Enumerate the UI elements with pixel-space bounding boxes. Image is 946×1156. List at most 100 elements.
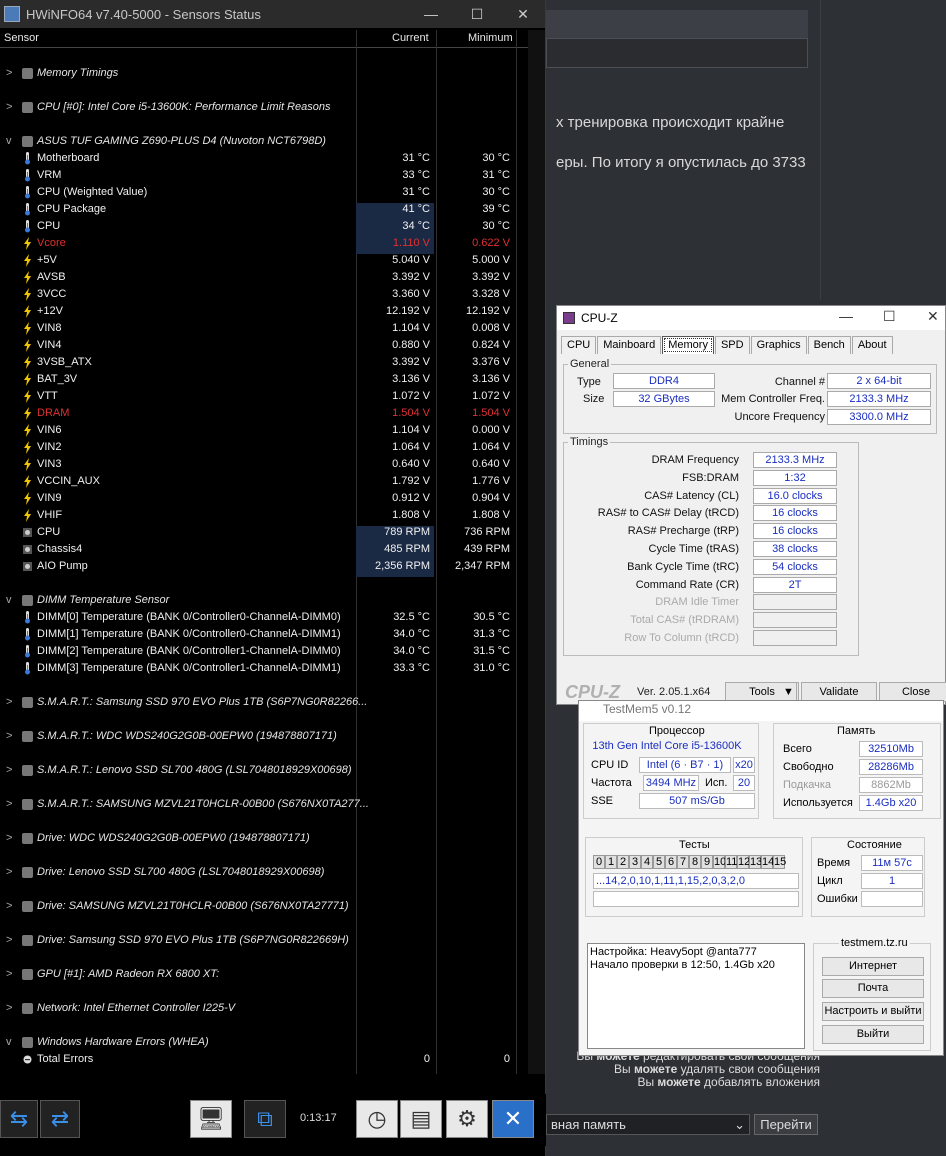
sensor-row[interactable]: +5V 5.040 V 5.000 V xyxy=(0,252,528,269)
sensor-group[interactable]: > Network: Intel Ethernet Controller I225… xyxy=(0,1000,528,1017)
tab-about[interactable]: About xyxy=(851,336,893,354)
chevron-right-icon[interactable]: > xyxy=(6,696,12,708)
chevron-down-icon[interactable]: v xyxy=(6,1036,12,1048)
sensor-group[interactable]: v ASUS TUF GAMING Z690-PLUS D4 (Nuvoton N… xyxy=(0,133,528,150)
sensor-group[interactable]: v Windows Hardware Errors (WHEA) xyxy=(0,1034,528,1051)
sensor-row[interactable]: AIO Pump 2,356 RPM 2,347 RPM xyxy=(0,558,528,577)
col-current[interactable]: Current xyxy=(392,32,429,44)
sensor-row[interactable]: DIMM[3] Temperature (BANK 0/Controller1-… xyxy=(0,660,528,677)
sensor-row[interactable]: VIN2 1.064 V 1.064 V xyxy=(0,439,528,456)
log-box[interactable]: Настройка: Heavy5opt @anta777 Начало про… xyxy=(587,943,805,1049)
sensor-group[interactable]: > Drive: Samsung SSD 970 EVO Plus 1TB (S6… xyxy=(0,932,528,949)
thermometer-icon xyxy=(25,203,30,216)
sensor-row[interactable]: Vcore 1.110 V 0.622 V xyxy=(0,235,528,254)
maximize-icon[interactable]: ☐ xyxy=(454,0,500,28)
col-sensor[interactable]: Sensor xyxy=(4,32,39,44)
close-button[interactable]: Close xyxy=(879,682,946,702)
clock-icon[interactable]: ◷ xyxy=(356,1100,398,1138)
sensor-row[interactable]: VHIF 1.808 V 1.808 V xyxy=(0,507,528,524)
sensor-minimum: 30 °C xyxy=(482,220,510,232)
sensor-group[interactable]: v DIMM Temperature Sensor xyxy=(0,592,528,609)
sensor-row[interactable]: Total Errors 0 0 xyxy=(0,1051,528,1068)
close-icon[interactable]: ✕ xyxy=(500,0,546,28)
monitor-icon[interactable]: 🖥 xyxy=(190,1100,232,1138)
chevron-right-icon[interactable]: > xyxy=(6,1002,12,1014)
sensor-group[interactable]: > S.M.A.R.T.: SAMSUNG MZVL21T0HCLR-00B00 … xyxy=(0,796,528,813)
sensor-row[interactable]: +12V 12.192 V 12.192 V xyxy=(0,303,528,320)
internet-button[interactable]: Интернет xyxy=(822,957,924,976)
sensor-row[interactable]: CPU (Weighted Value) 31 °C 30 °C xyxy=(0,184,528,201)
chevron-right-icon[interactable]: > xyxy=(6,866,12,878)
sensor-group[interactable]: > GPU [#1]: AMD Radeon RX 6800 XT: xyxy=(0,966,528,983)
sensor-group[interactable]: > S.M.A.R.T.: WDC WDS240G2G0B-00EPW0 (194… xyxy=(0,728,528,745)
network-icon[interactable]: ⧉ xyxy=(244,1100,286,1138)
chip-icon xyxy=(22,935,33,946)
sensor-row[interactable]: Motherboard 31 °C 30 °C xyxy=(0,150,528,167)
tab-spd[interactable]: SPD xyxy=(714,336,750,354)
go-button[interactable]: Перейти xyxy=(754,1114,818,1135)
expand-arrows-icon[interactable]: ⇆ xyxy=(0,1100,38,1138)
sensor-group[interactable]: > S.M.A.R.T.: Samsung SSD 970 EVO Plus 1T… xyxy=(0,694,528,711)
exit-button[interactable]: Выйти xyxy=(822,1025,924,1044)
tab-cpu[interactable]: CPU xyxy=(561,336,597,354)
sensor-row[interactable]: VIN4 0.880 V 0.824 V xyxy=(0,337,528,354)
chevron-right-icon[interactable]: > xyxy=(6,101,12,113)
chevron-down-icon[interactable]: v xyxy=(6,135,12,147)
sensor-row[interactable]: Chassis4 485 RPM 439 RPM xyxy=(0,541,528,560)
maximize-icon[interactable]: ☐ xyxy=(883,308,896,325)
sensor-group[interactable]: > Memory Timings xyxy=(0,65,528,82)
sensor-row[interactable]: VTT 1.072 V 1.072 V xyxy=(0,388,528,405)
group-label: Network: Intel Ethernet Controller I225-… xyxy=(37,1002,236,1014)
sensor-group[interactable]: > Drive: WDC WDS240G2G0B-00EPW0 (19487880… xyxy=(0,830,528,847)
sensor-row[interactable]: DIMM[2] Temperature (BANK 0/Controller1-… xyxy=(0,643,528,660)
sensor-row[interactable]: DRAM 1.504 V 1.504 V xyxy=(0,405,528,422)
minimize-icon[interactable]: — xyxy=(839,308,853,324)
sensor-row[interactable]: VIN6 1.104 V 0.000 V xyxy=(0,422,528,439)
sensor-row[interactable]: CPU Package 41 °C 39 °C xyxy=(0,201,528,220)
tab-graphics[interactable]: Graphics xyxy=(750,336,807,354)
sensor-row[interactable]: VIN8 1.104 V 0.008 V xyxy=(0,320,528,337)
sensor-group[interactable]: > CPU [#0]: Intel Core i5-13600K: Perform… xyxy=(0,99,528,116)
sensor-row[interactable]: BAT_3V 3.136 V 3.136 V xyxy=(0,371,528,388)
setup-exit-button[interactable]: Настроить и выйти xyxy=(822,1002,924,1021)
chevron-right-icon[interactable]: > xyxy=(6,730,12,742)
sensor-row[interactable]: DIMM[1] Temperature (BANK 0/Controller0-… xyxy=(0,626,528,643)
sensor-group[interactable]: > S.M.A.R.T.: Lenovo SSD SL700 480G (LSL7… xyxy=(0,762,528,779)
chevron-down-icon[interactable]: v xyxy=(6,594,12,606)
tab-bench[interactable]: Bench xyxy=(807,336,851,354)
forum-input-bar[interactable] xyxy=(546,38,808,68)
minimize-icon[interactable]: — xyxy=(408,0,454,28)
chevron-right-icon[interactable]: > xyxy=(6,934,12,946)
close-icon[interactable]: ✕ xyxy=(492,1100,534,1138)
dropdown-arrow-icon[interactable]: ▼ xyxy=(781,682,797,702)
chevron-right-icon[interactable]: > xyxy=(6,832,12,844)
validate-button[interactable]: Validate xyxy=(801,682,877,702)
sensor-row[interactable]: CPU 34 °C 30 °C xyxy=(0,218,528,237)
tab-memory[interactable]: Memory xyxy=(662,336,714,354)
close-icon[interactable]: ✕ xyxy=(927,308,939,325)
chevron-right-icon[interactable]: > xyxy=(6,968,12,980)
sensor-row[interactable]: AVSB 3.392 V 3.392 V xyxy=(0,269,528,286)
sensor-row[interactable]: VCCIN_AUX 1.792 V 1.776 V xyxy=(0,473,528,490)
forum-jump-select[interactable]: вная память ⌄ xyxy=(546,1114,750,1135)
scrollbar[interactable] xyxy=(528,30,545,1074)
tab-mainboard[interactable]: Mainboard xyxy=(597,336,662,354)
sensor-group[interactable]: > Drive: SAMSUNG MZVL21T0HCLR-00B00 (S676… xyxy=(0,898,528,915)
sensor-row[interactable]: 3VSB_ATX 3.392 V 3.376 V xyxy=(0,354,528,371)
mail-button[interactable]: Почта xyxy=(822,979,924,998)
collapse-arrows-icon[interactable]: ⇄ xyxy=(40,1100,80,1138)
sensor-row[interactable]: VRM 33 °C 31 °C xyxy=(0,167,528,184)
gear-icon[interactable]: ⚙ xyxy=(446,1100,488,1138)
sensor-row[interactable]: CPU 789 RPM 736 RPM xyxy=(0,524,528,543)
sensor-row[interactable]: DIMM[0] Temperature (BANK 0/Controller0-… xyxy=(0,609,528,626)
chevron-right-icon[interactable]: > xyxy=(6,900,12,912)
sensor-row[interactable]: VIN9 0.912 V 0.904 V xyxy=(0,490,528,507)
chevron-right-icon[interactable]: > xyxy=(6,764,12,776)
chevron-right-icon[interactable]: > xyxy=(6,67,12,79)
sensor-row[interactable]: 3VCC 3.360 V 3.328 V xyxy=(0,286,528,303)
col-minimum[interactable]: Minimum xyxy=(468,32,513,44)
sensor-row[interactable]: VIN3 0.640 V 0.640 V xyxy=(0,456,528,473)
sensor-group[interactable]: > Drive: Lenovo SSD SL700 480G (LSL704801… xyxy=(0,864,528,881)
chevron-right-icon[interactable]: > xyxy=(6,798,12,810)
report-icon[interactable]: ▤ xyxy=(400,1100,442,1138)
